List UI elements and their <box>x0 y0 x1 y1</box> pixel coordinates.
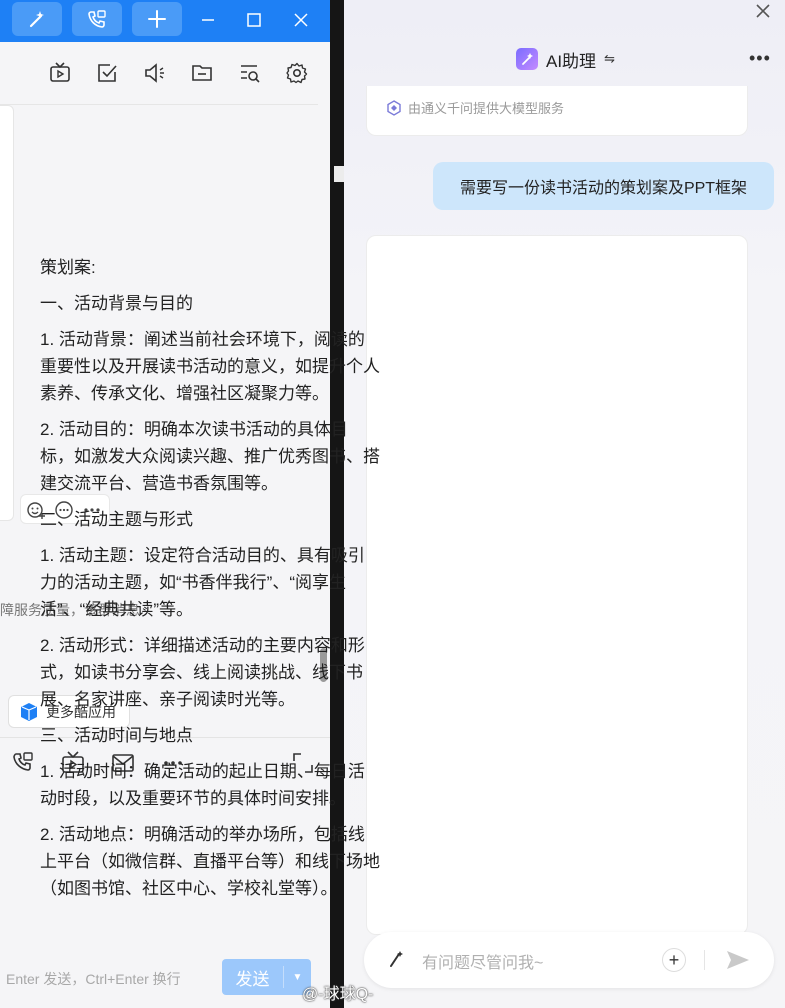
cube-app-icon <box>21 702 37 721</box>
toolbar-divider <box>0 104 318 105</box>
video-call-icon[interactable] <box>10 750 36 776</box>
answer-paragraph: 2. 活动目的：明确本次读书活动的具体目标，如激发大众阅读兴趣、推广优秀图书、搭… <box>40 420 380 493</box>
send-button[interactable]: 发送 ▼ <box>222 959 311 995</box>
search-history-icon[interactable] <box>238 61 262 85</box>
answer-paragraph: 一、活动背景与目的 <box>40 294 193 313</box>
partial-checkbox <box>334 166 344 182</box>
minimize-icon <box>202 19 214 21</box>
close-icon <box>294 13 308 27</box>
input-hint: Enter 发送，Ctrl+Enter 换行 <box>6 971 181 987</box>
more-menu-icon[interactable]: ••• <box>749 48 771 69</box>
composer-separator <box>704 950 705 970</box>
ai-input-box[interactable]: 有问题尽管问我~ + <box>364 932 774 988</box>
send-arrow-icon[interactable] <box>724 946 752 974</box>
ai-assistant-button[interactable] <box>12 2 62 36</box>
folder-icon[interactable] <box>190 61 214 85</box>
call-button[interactable] <box>72 2 122 36</box>
add-button[interactable] <box>132 2 182 36</box>
ai-logo-icon <box>516 48 538 70</box>
ai-assistant-panel: AI助理 ⇋ ••• 由通义千问提供大模型服务 需要写一份读书活动的策划案及PP… <box>344 0 785 1008</box>
ai-title: AI助理 <box>546 51 597 71</box>
answer-paragraph: 1. 活动背景：阐述当前社会环境下，阅读的重要性以及开展读书活动的意义，如提升个… <box>40 330 380 403</box>
user-message-text: 需要写一份读书活动的策划案及PPT框架 <box>459 180 748 197</box>
answer-paragraph: 二、活动主题与形式 <box>40 510 193 529</box>
watermark: @-球球Q- <box>302 986 374 1003</box>
plus-icon <box>148 10 166 28</box>
attach-plus-icon[interactable]: + <box>662 948 686 972</box>
answer-paragraph: 1. 活动时间：确定活动的起止日期、每日活动时段，以及重要环节的具体时间安排。 <box>40 762 365 808</box>
maximize-button[interactable] <box>239 6 269 34</box>
answer-paragraph: 三、活动时间与地点 <box>40 726 193 745</box>
answer-paragraph: 策划案: <box>40 258 96 277</box>
close-window-button[interactable] <box>286 6 316 34</box>
ai-answer-card <box>366 235 748 935</box>
send-label: 发送 <box>235 969 270 989</box>
task-check-icon[interactable] <box>95 61 119 85</box>
ai-answer-text: 策划案: 一、活动背景与目的 1. 活动背景：阐述当前社会环境下，阅读的重要性以及开… <box>40 254 380 911</box>
title-bar <box>0 0 330 42</box>
magic-wand-icon <box>29 11 44 28</box>
settings-gear-icon[interactable] <box>285 61 309 85</box>
provider-info: 由通义千问提供大模型服务 <box>386 98 564 117</box>
provider-text: 由通义千问提供大模型服务 <box>408 101 565 116</box>
maximize-icon <box>247 13 261 27</box>
close-panel-icon[interactable] <box>749 0 777 26</box>
magic-pen-icon <box>390 951 403 967</box>
ai-input-placeholder[interactable]: 有问题尽管问我~ <box>422 949 543 973</box>
announcement-icon[interactable] <box>142 61 166 85</box>
answer-paragraph: 1. 活动主题：设定符合活动目的、具有吸引力的活动主题，如“书香伴我行”、“阅享… <box>40 546 365 619</box>
minimize-button[interactable] <box>193 6 223 34</box>
tv-icon[interactable] <box>48 61 72 85</box>
answer-paragraph: 2. 活动地点：明确活动的举办场所，包括线上平台（如微信群、直播平台等）和线下场… <box>40 825 380 898</box>
ai-header[interactable]: AI助理 ⇋ <box>516 46 615 72</box>
user-message-bubble: 需要写一份读书活动的策划案及PPT框架 <box>433 162 774 210</box>
phone-icon <box>88 10 106 28</box>
message-card <box>0 105 14 521</box>
switch-icon[interactable]: ⇋ <box>604 51 615 67</box>
answer-paragraph: 2. 活动形式：详细描述活动的主要内容和形式，如读书分享会、线上阅读挑战、线下书… <box>40 636 365 709</box>
tongyi-logo-icon <box>387 99 401 116</box>
